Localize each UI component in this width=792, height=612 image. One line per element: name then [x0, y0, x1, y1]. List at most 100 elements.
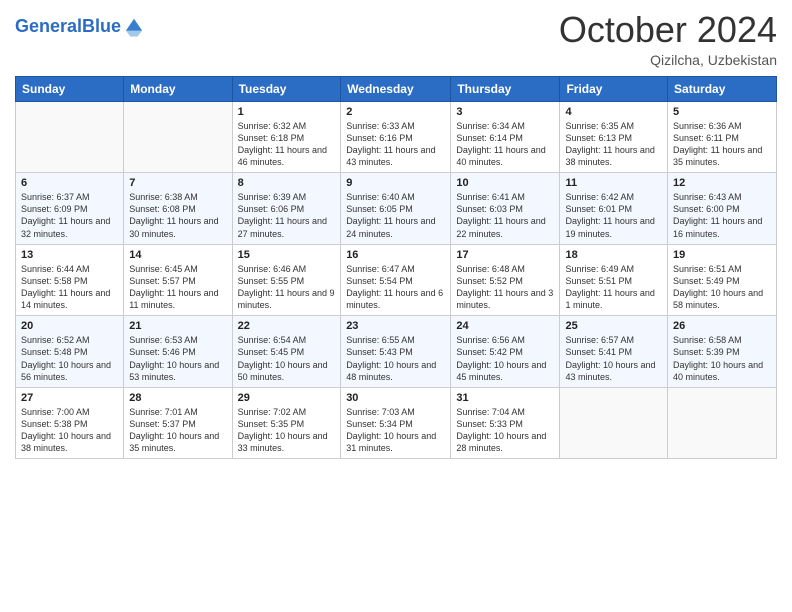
weekday-header: Monday — [124, 76, 232, 101]
day-number: 21 — [129, 320, 226, 332]
day-info: Sunrise: 6:41 AMSunset: 6:03 PMDaylight:… — [456, 191, 554, 240]
day-number: 6 — [21, 177, 118, 189]
calendar-week-row: 6 Sunrise: 6:37 AMSunset: 6:09 PMDaylight… — [16, 173, 777, 245]
day-info: Sunrise: 6:56 AMSunset: 5:42 PMDaylight:… — [456, 334, 554, 383]
day-number: 11 — [565, 177, 662, 189]
calendar-cell: 15Sunrise: 6:46 AMSunset: 5:55 PMDayligh… — [232, 244, 341, 316]
calendar-cell — [668, 387, 777, 459]
logo-general: General — [15, 16, 82, 36]
calendar-cell: 2 Sunrise: 6:33 AMSunset: 6:16 PMDaylight… — [341, 101, 451, 173]
day-info: Sunrise: 7:02 AMSunset: 5:35 PMDaylight:… — [238, 406, 336, 455]
logo-icon — [123, 16, 145, 38]
calendar: SundayMondayTuesdayWednesdayThursdayFrid… — [15, 76, 777, 460]
calendar-cell: 11 Sunrise: 6:42 AMSunset: 6:01 PMDayligh… — [560, 173, 668, 245]
calendar-cell: 10Sunrise: 6:41 AMSunset: 6:03 PMDayligh… — [451, 173, 560, 245]
weekday-header: Saturday — [668, 76, 777, 101]
calendar-week-row: 1Sunrise: 6:32 AMSunset: 6:18 PMDaylight… — [16, 101, 777, 173]
calendar-cell: 25 Sunrise: 6:57 AMSunset: 5:41 PMDayligh… — [560, 316, 668, 388]
day-info: Sunrise: 6:34 AMSunset: 6:14 PMDaylight:… — [456, 120, 554, 169]
calendar-cell: 16 Sunrise: 6:47 AMSunset: 5:54 PMDayligh… — [341, 244, 451, 316]
day-info: Sunrise: 6:49 AMSunset: 5:51 PMDaylight:… — [565, 263, 662, 312]
calendar-cell: 29 Sunrise: 7:02 AMSunset: 5:35 PMDayligh… — [232, 387, 341, 459]
day-number: 3 — [456, 106, 554, 118]
day-info: Sunrise: 6:54 AMSunset: 5:45 PMDaylight:… — [238, 334, 336, 383]
day-info: Sunrise: 6:38 AMSunset: 6:08 PMDaylight:… — [129, 191, 226, 240]
day-info: Sunrise: 6:42 AMSunset: 6:01 PMDaylight:… — [565, 191, 662, 240]
day-info: Sunrise: 7:01 AMSunset: 5:37 PMDaylight:… — [129, 406, 226, 455]
calendar-cell: 31Sunrise: 7:04 AMSunset: 5:33 PMDayligh… — [451, 387, 560, 459]
calendar-cell: 30 Sunrise: 7:03 AMSunset: 5:34 PMDayligh… — [341, 387, 451, 459]
day-number: 23 — [346, 320, 445, 332]
weekday-header: Sunday — [16, 76, 124, 101]
calendar-cell: 28 Sunrise: 7:01 AMSunset: 5:37 PMDayligh… — [124, 387, 232, 459]
day-number: 9 — [346, 177, 445, 189]
calendar-cell: 4Sunrise: 6:35 AMSunset: 6:13 PMDaylight… — [560, 101, 668, 173]
day-info: Sunrise: 6:44 AMSunset: 5:58 PMDaylight:… — [21, 263, 118, 312]
weekday-header-row: SundayMondayTuesdayWednesdayThursdayFrid… — [16, 76, 777, 101]
day-info: Sunrise: 6:58 AMSunset: 5:39 PMDaylight:… — [673, 334, 771, 383]
day-info: Sunrise: 6:55 AMSunset: 5:43 PMDaylight:… — [346, 334, 445, 383]
day-info: Sunrise: 6:47 AMSunset: 5:54 PMDaylight:… — [346, 263, 445, 312]
calendar-cell: 23 Sunrise: 6:55 AMSunset: 5:43 PMDayligh… — [341, 316, 451, 388]
day-number: 18 — [565, 249, 662, 261]
weekday-header: Tuesday — [232, 76, 341, 101]
weekday-header: Wednesday — [341, 76, 451, 101]
day-info: Sunrise: 7:00 AMSunset: 5:38 PMDaylight:… — [21, 406, 118, 455]
logo-blue: Blue — [82, 16, 121, 36]
day-info: Sunrise: 6:51 AMSunset: 5:49 PMDaylight:… — [673, 263, 771, 312]
calendar-cell: 24 Sunrise: 6:56 AMSunset: 5:42 PMDayligh… — [451, 316, 560, 388]
calendar-week-row: 20 Sunrise: 6:52 AMSunset: 5:48 PMDayligh… — [16, 316, 777, 388]
day-number: 27 — [21, 392, 118, 404]
calendar-cell: 3 Sunrise: 6:34 AMSunset: 6:14 PMDaylight… — [451, 101, 560, 173]
day-number: 20 — [21, 320, 118, 332]
day-info: Sunrise: 6:43 AMSunset: 6:00 PMDaylight:… — [673, 191, 771, 240]
header: GeneralBlue October 2024 Qizilcha, Uzbek… — [15, 10, 777, 68]
day-number: 29 — [238, 392, 336, 404]
calendar-cell: 17Sunrise: 6:48 AMSunset: 5:52 PMDayligh… — [451, 244, 560, 316]
calendar-week-row: 27 Sunrise: 7:00 AMSunset: 5:38 PMDayligh… — [16, 387, 777, 459]
day-info: Sunrise: 6:32 AMSunset: 6:18 PMDaylight:… — [238, 120, 336, 169]
calendar-cell: 14Sunrise: 6:45 AMSunset: 5:57 PMDayligh… — [124, 244, 232, 316]
page: GeneralBlue October 2024 Qizilcha, Uzbek… — [0, 0, 792, 612]
day-info: Sunrise: 6:37 AMSunset: 6:09 PMDaylight:… — [21, 191, 118, 240]
calendar-cell: 1Sunrise: 6:32 AMSunset: 6:18 PMDaylight… — [232, 101, 341, 173]
calendar-cell — [16, 101, 124, 173]
calendar-cell: 5Sunrise: 6:36 AMSunset: 6:11 PMDaylight… — [668, 101, 777, 173]
calendar-cell: 22Sunrise: 6:54 AMSunset: 5:45 PMDayligh… — [232, 316, 341, 388]
day-info: Sunrise: 7:03 AMSunset: 5:34 PMDaylight:… — [346, 406, 445, 455]
day-info: Sunrise: 6:40 AMSunset: 6:05 PMDaylight:… — [346, 191, 445, 240]
calendar-cell: 20 Sunrise: 6:52 AMSunset: 5:48 PMDayligh… — [16, 316, 124, 388]
day-number: 16 — [346, 249, 445, 261]
calendar-cell: 18 Sunrise: 6:49 AMSunset: 5:51 PMDayligh… — [560, 244, 668, 316]
calendar-week-row: 13 Sunrise: 6:44 AMSunset: 5:58 PMDayligh… — [16, 244, 777, 316]
day-number: 25 — [565, 320, 662, 332]
calendar-cell: 6 Sunrise: 6:37 AMSunset: 6:09 PMDaylight… — [16, 173, 124, 245]
day-info: Sunrise: 6:48 AMSunset: 5:52 PMDaylight:… — [456, 263, 554, 312]
calendar-cell: 19Sunrise: 6:51 AMSunset: 5:49 PMDayligh… — [668, 244, 777, 316]
day-number: 12 — [673, 177, 771, 189]
calendar-cell: 9 Sunrise: 6:40 AMSunset: 6:05 PMDaylight… — [341, 173, 451, 245]
day-number: 28 — [129, 392, 226, 404]
logo-text: GeneralBlue — [15, 17, 121, 37]
logo: GeneralBlue — [15, 16, 145, 38]
day-info: Sunrise: 6:57 AMSunset: 5:41 PMDaylight:… — [565, 334, 662, 383]
day-number: 5 — [673, 106, 771, 118]
month-title: October 2024 — [559, 10, 777, 50]
day-number: 2 — [346, 106, 445, 118]
day-number: 26 — [673, 320, 771, 332]
day-info: Sunrise: 6:33 AMSunset: 6:16 PMDaylight:… — [346, 120, 445, 169]
day-number: 30 — [346, 392, 445, 404]
day-number: 31 — [456, 392, 554, 404]
calendar-cell: 21Sunrise: 6:53 AMSunset: 5:46 PMDayligh… — [124, 316, 232, 388]
day-info: Sunrise: 6:45 AMSunset: 5:57 PMDaylight:… — [129, 263, 226, 312]
day-info: Sunrise: 6:52 AMSunset: 5:48 PMDaylight:… — [21, 334, 118, 383]
weekday-header: Friday — [560, 76, 668, 101]
title-block: October 2024 Qizilcha, Uzbekistan — [559, 10, 777, 68]
calendar-cell: 27 Sunrise: 7:00 AMSunset: 5:38 PMDayligh… — [16, 387, 124, 459]
calendar-cell: 8Sunrise: 6:39 AMSunset: 6:06 PMDaylight… — [232, 173, 341, 245]
day-number: 24 — [456, 320, 554, 332]
day-number: 7 — [129, 177, 226, 189]
day-number: 13 — [21, 249, 118, 261]
calendar-cell: 7 Sunrise: 6:38 AMSunset: 6:08 PMDaylight… — [124, 173, 232, 245]
calendar-cell — [124, 101, 232, 173]
